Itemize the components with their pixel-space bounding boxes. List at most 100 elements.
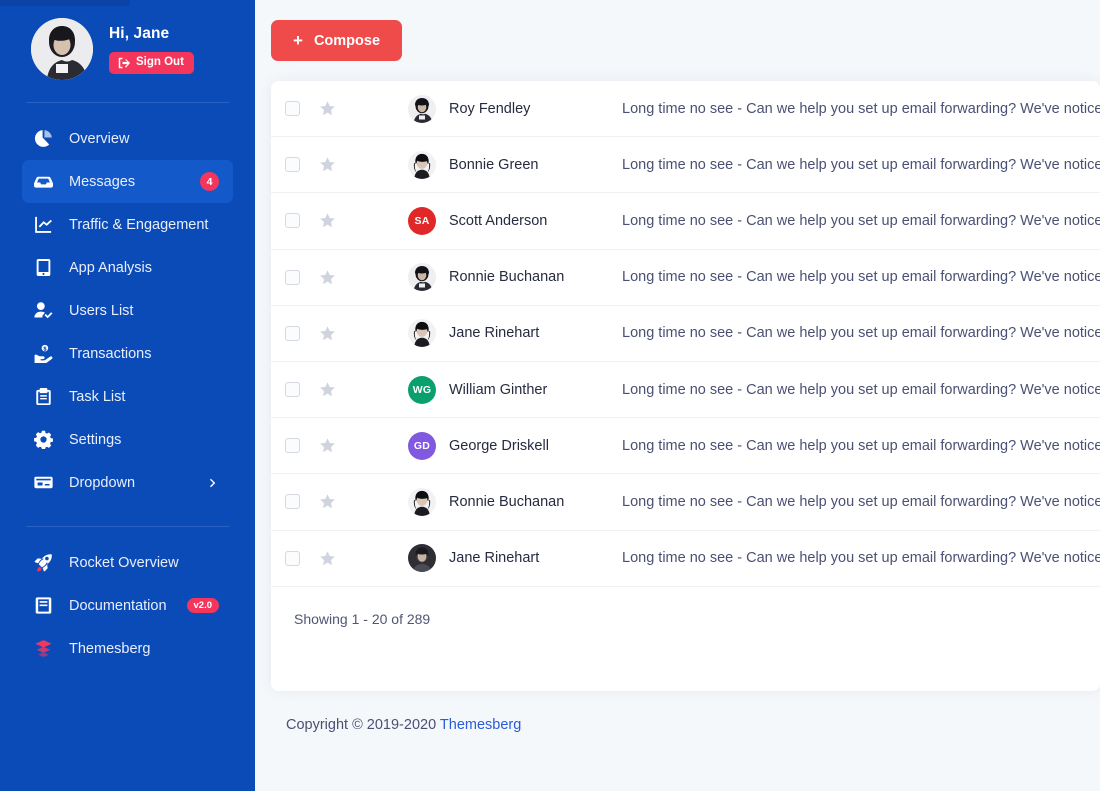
sender-avatar-initials[interactable]: SA [408,207,436,235]
message-preview: Long time no see - Can we help you set u… [622,325,1100,341]
star-icon[interactable] [319,493,336,510]
star-icon[interactable] [319,269,336,286]
user-check-icon [34,301,53,320]
sender-avatar-photo[interactable] [408,95,436,123]
sender-avatar-initials[interactable]: GD [408,432,436,460]
message-row[interactable]: WGWilliam GintherLong time no see - Can … [271,362,1100,418]
sidebar-item-messages[interactable]: Messages4 [22,160,233,203]
messages-list: Roy Fendley Long time no see - Can we hel… [271,81,1100,587]
sender-avatar-photo[interactable] [408,544,436,572]
sender-name: Roy Fendley [449,101,622,117]
sidebar-nav-secondary: Rocket Overview Documentationv2.0 Themesbe… [22,541,233,670]
footer: Copyright © 2019-2020 Themesberg [255,691,1100,791]
message-preview: Long time no see - Can we help you set u… [622,494,1100,510]
sender-name: Jane Rinehart [449,550,622,566]
sidebar-item-traffic-engagement[interactable]: Traffic & Engagement [22,203,233,246]
message-row[interactable]: SA Scott AndersonLong time no see - Can w… [271,193,1100,249]
sidebar-item-transactions[interactable]: Transactions [22,332,233,375]
row-checkbox[interactable] [285,213,300,228]
showing-count: Showing 1 - 20 of 289 [271,587,1100,627]
message-preview: Long time no see - Can we help you set u… [622,157,1100,173]
inbox-icon [34,172,53,191]
row-checkbox[interactable] [285,157,300,172]
sidebar-item-label: Themesberg [69,641,219,657]
row-checkbox[interactable] [285,326,300,341]
hand-coin-icon [34,344,53,363]
user-avatar-photo[interactable] [31,18,93,80]
sidebar-item-label: Messages [69,174,184,190]
sidebar-divider [26,102,229,103]
row-checkbox[interactable] [285,101,300,116]
sidebar-item-settings[interactable]: Settings [22,418,233,461]
message-row[interactable]: GD George DriskellLong time no see - Can … [271,418,1100,474]
sidebar-item-label: Transactions [69,346,219,362]
sidebar-item-themesberg[interactable]: Themesberg [22,627,233,670]
clipboard-icon [34,387,53,406]
plus-icon: + [293,32,303,49]
sidebar-item-task-list[interactable]: Task List [22,375,233,418]
star-icon[interactable] [319,325,336,342]
sign-out-label: Sign Out [136,57,184,69]
rocket-icon [34,553,53,572]
sidebar-nav-primary: Overview Messages4Traffic & EngagementApp… [22,117,233,504]
sender-avatar-photo[interactable] [408,151,436,179]
sender-avatar-photo[interactable] [408,263,436,291]
star-icon[interactable] [319,212,336,229]
sidebar-item-users-list[interactable]: Users List [22,289,233,332]
sidebar-item-documentation[interactable]: Documentationv2.0 [22,584,233,627]
message-row[interactable]: Jane RinehartLong time no see - Can we h… [271,306,1100,362]
message-row[interactable]: Ronnie BuchananLong time no see - Can we… [271,474,1100,530]
chevron-right-icon[interactable] [207,477,219,489]
star-icon[interactable] [319,156,336,173]
star-icon[interactable] [319,550,336,567]
sidebar-item-overview[interactable]: Overview [22,117,233,160]
row-checkbox[interactable] [285,551,300,566]
message-preview: Long time no see - Can we help you set u… [622,269,1100,285]
message-row[interactable]: Bonnie GreenLong time no see - Can we he… [271,137,1100,193]
message-preview: Long time no see - Can we help you set u… [622,438,1100,454]
compose-button[interactable]: + Compose [271,20,402,61]
compose-label: Compose [314,33,380,49]
sidebar-item-rocket-overview[interactable]: Rocket Overview [22,541,233,584]
pie-chart-icon [34,129,53,148]
sidebar-item-app-analysis[interactable]: App Analysis [22,246,233,289]
sidebar-item-label: Overview [69,131,219,147]
sidebar-item-label: Documentation [69,598,171,614]
star-icon[interactable] [319,437,336,454]
sender-name: George Driskell [449,438,622,454]
themesberg-link[interactable]: Themesberg [440,717,521,733]
sender-name: Ronnie Buchanan [449,269,622,285]
tablet-icon [34,258,53,277]
sender-avatar-initials[interactable]: WG [408,376,436,404]
message-row[interactable]: Jane RinehartLong time no see - Can we h… [271,531,1100,587]
message-row[interactable]: Ronnie BuchananLong time no see - Can we… [271,250,1100,306]
message-preview: Long time no see - Can we help you set u… [622,550,1100,566]
sidebar-item-label: Rocket Overview [69,555,219,571]
sender-avatar-photo[interactable] [408,488,436,516]
main-content: + Compose Roy Fendley Long time no see - … [255,0,1100,791]
sender-name: Scott Anderson [449,213,622,229]
message-preview: Long time no see - Can we help you set u… [622,382,1100,398]
star-icon[interactable] [319,381,336,398]
themesberg-logo-icon [34,639,53,658]
message-preview: Long time no see - Can we help you set u… [622,213,1100,229]
profile-section: Hi, Jane Sign Out [22,0,233,102]
sidebar-item-dropdown[interactable]: Dropdown [22,461,233,504]
book-icon [34,596,53,615]
row-checkbox[interactable] [285,270,300,285]
star-icon[interactable] [319,100,336,117]
copyright-text: Copyright © 2019-2020 [286,717,440,733]
row-checkbox[interactable] [285,494,300,509]
row-checkbox[interactable] [285,438,300,453]
greeting-text: Hi, Jane [109,25,169,43]
sender-name: Jane Rinehart [449,325,622,341]
sidebar: Hi, Jane Sign Out Overview Messages4Traff… [0,0,255,791]
sidebar-item-label: Task List [69,389,219,405]
sign-out-button[interactable]: Sign Out [109,52,194,74]
sidebar-item-label: Settings [69,432,219,448]
sender-avatar-photo[interactable] [408,319,436,347]
row-checkbox[interactable] [285,382,300,397]
chart-line-icon [34,215,53,234]
message-row[interactable]: Roy FendleyLong time no see - Can we hel… [271,81,1100,137]
card-icon [34,473,53,492]
